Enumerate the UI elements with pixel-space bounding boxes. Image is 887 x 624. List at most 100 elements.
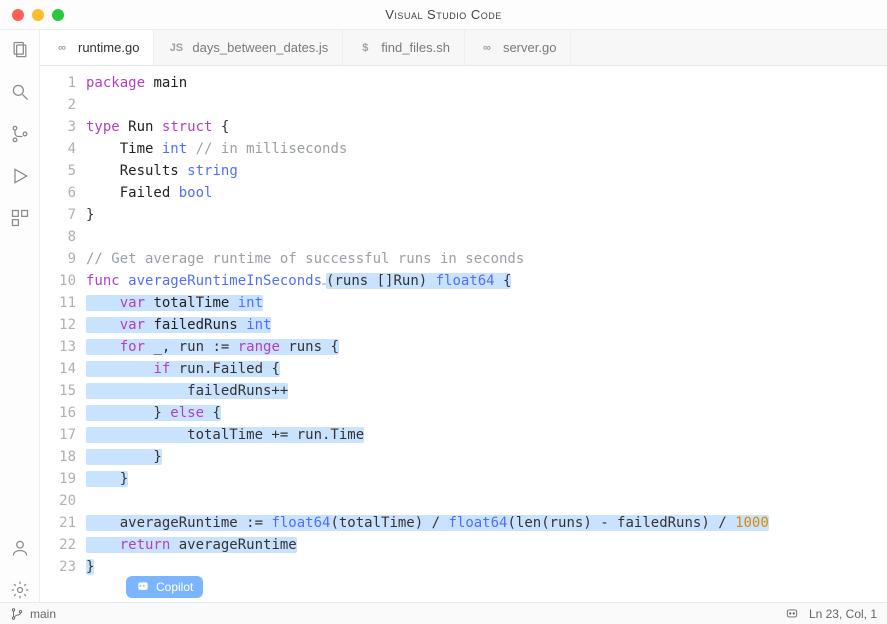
code-line: 22 return averageRuntime bbox=[40, 534, 887, 556]
code-line: 23} bbox=[40, 556, 887, 578]
code-line: 15 failedRuns++ bbox=[40, 380, 887, 402]
line-number: 16 bbox=[40, 402, 86, 424]
line-number: 3 bbox=[40, 116, 86, 138]
code-line: 19 } bbox=[40, 468, 887, 490]
line-number: 17 bbox=[40, 424, 86, 446]
go-file-icon: ∞ bbox=[54, 40, 70, 56]
sh-file-icon: $ bbox=[357, 40, 373, 56]
code-content[interactable]: } bbox=[86, 446, 162, 468]
code-content[interactable]: return averageRuntime bbox=[86, 534, 297, 556]
code-content[interactable]: Failed bool bbox=[86, 182, 212, 204]
tab-find-files-sh[interactable]: $ find_files.sh bbox=[343, 30, 465, 65]
line-number: 4 bbox=[40, 138, 86, 160]
close-window-button[interactable] bbox=[12, 9, 24, 21]
titlebar: Visual Studio Code bbox=[0, 0, 887, 30]
tab-label: find_files.sh bbox=[381, 40, 450, 55]
code-content[interactable]: } bbox=[86, 556, 94, 578]
code-line: 7} bbox=[40, 204, 887, 226]
code-content[interactable]: var failedRuns int bbox=[86, 314, 271, 336]
code-content[interactable]: } else { bbox=[86, 402, 221, 424]
code-line: 18 } bbox=[40, 446, 887, 468]
branch-icon[interactable] bbox=[10, 607, 24, 621]
accounts-icon[interactable] bbox=[8, 536, 32, 560]
line-number: 7 bbox=[40, 204, 86, 226]
code-line: 5 Results string bbox=[40, 160, 887, 182]
line-number: 15 bbox=[40, 380, 86, 402]
window-controls bbox=[0, 9, 64, 21]
code-line: 3type Run struct { bbox=[40, 116, 887, 138]
tab-days-between-dates-js[interactable]: JS days_between_dates.js bbox=[154, 30, 343, 65]
run-debug-icon[interactable] bbox=[8, 164, 32, 188]
code-line: 12 var failedRuns int bbox=[40, 314, 887, 336]
line-number: 23 bbox=[40, 556, 86, 578]
extensions-icon[interactable] bbox=[8, 206, 32, 230]
tab-label: runtime.go bbox=[78, 40, 139, 55]
tab-server-go[interactable]: ∞ server.go bbox=[465, 30, 571, 65]
code-content[interactable]: totalTime += run.Time bbox=[86, 424, 364, 446]
code-line: 4 Time int // in milliseconds bbox=[40, 138, 887, 160]
code-line: 16 } else { bbox=[40, 402, 887, 424]
app-title: Visual Studio Code bbox=[0, 7, 887, 22]
source-control-icon[interactable] bbox=[8, 122, 32, 146]
tab-runtime-go[interactable]: ∞ runtime.go bbox=[40, 30, 154, 65]
code-content[interactable]: func averageRuntimeInSeconds(runs []Run)… bbox=[86, 270, 511, 292]
line-number: 1 bbox=[40, 72, 86, 94]
code-content[interactable]: } bbox=[86, 204, 94, 226]
code-editor[interactable]: 1package main23type Run struct {4 Time i… bbox=[40, 66, 887, 602]
code-line: 11 var totalTime int bbox=[40, 292, 887, 314]
search-icon[interactable] bbox=[8, 80, 32, 104]
line-number: 18 bbox=[40, 446, 86, 468]
code-content[interactable]: type Run struct { bbox=[86, 116, 229, 138]
settings-gear-icon[interactable] bbox=[8, 578, 32, 602]
tab-label: days_between_dates.js bbox=[192, 40, 328, 55]
code-line: 17 totalTime += run.Time bbox=[40, 424, 887, 446]
code-content[interactable]: Time int // in milliseconds bbox=[86, 138, 347, 160]
minimize-window-button[interactable] bbox=[32, 9, 44, 21]
line-number: 10 bbox=[40, 270, 86, 292]
line-number: 13 bbox=[40, 336, 86, 358]
activity-bar bbox=[0, 30, 40, 602]
explorer-icon[interactable] bbox=[8, 38, 32, 62]
code-content[interactable]: failedRuns++ bbox=[86, 380, 288, 402]
line-number: 6 bbox=[40, 182, 86, 204]
line-number: 9 bbox=[40, 248, 86, 270]
line-number: 5 bbox=[40, 160, 86, 182]
status-bar: main Ln 23, Col, 1 bbox=[0, 602, 887, 624]
line-number: 14 bbox=[40, 358, 86, 380]
code-content[interactable]: // Get average runtime of successful run… bbox=[86, 248, 524, 270]
code-line: 2 bbox=[40, 94, 887, 116]
cursor-position[interactable]: Ln 23, Col, 1 bbox=[809, 607, 877, 621]
code-line: 9// Get average runtime of successful ru… bbox=[40, 248, 887, 270]
branch-name[interactable]: main bbox=[30, 607, 56, 621]
line-number: 21 bbox=[40, 512, 86, 534]
code-line: 21 averageRuntime := float64(totalTime) … bbox=[40, 512, 887, 534]
copilot-suggestion-chip[interactable]: Copilot bbox=[126, 576, 203, 598]
tab-strip: ∞ runtime.go JS days_between_dates.js $ find_… bbox=[40, 30, 887, 66]
maximize-window-button[interactable] bbox=[52, 9, 64, 21]
code-line: 1package main bbox=[40, 72, 887, 94]
go-file-icon: ∞ bbox=[479, 40, 495, 56]
code-content[interactable]: } bbox=[86, 468, 128, 490]
code-content[interactable]: package main bbox=[86, 72, 187, 94]
code-content[interactable]: averageRuntime := float64(totalTime) / f… bbox=[86, 512, 769, 534]
code-content[interactable]: for _, run := range runs { bbox=[86, 336, 339, 358]
code-line: 10func averageRuntimeInSeconds(runs []Ru… bbox=[40, 270, 887, 292]
tab-label: server.go bbox=[503, 40, 556, 55]
code-content[interactable]: if run.Failed { bbox=[86, 358, 280, 380]
line-number: 19 bbox=[40, 468, 86, 490]
line-number: 11 bbox=[40, 292, 86, 314]
line-number: 20 bbox=[40, 490, 86, 512]
code-content[interactable]: var totalTime int bbox=[86, 292, 263, 314]
code-line: 13 for _, run := range runs { bbox=[40, 336, 887, 358]
line-number: 22 bbox=[40, 534, 86, 556]
line-number: 12 bbox=[40, 314, 86, 336]
copilot-status-icon[interactable] bbox=[785, 607, 799, 621]
code-line: 20 bbox=[40, 490, 887, 512]
line-number: 2 bbox=[40, 94, 86, 116]
js-file-icon: JS bbox=[168, 40, 184, 56]
code-content[interactable]: Results string bbox=[86, 160, 238, 182]
code-line: 6 Failed bool bbox=[40, 182, 887, 204]
code-line: 14 if run.Failed { bbox=[40, 358, 887, 380]
copilot-chip-label: Copilot bbox=[156, 580, 193, 594]
code-line: 8 bbox=[40, 226, 887, 248]
